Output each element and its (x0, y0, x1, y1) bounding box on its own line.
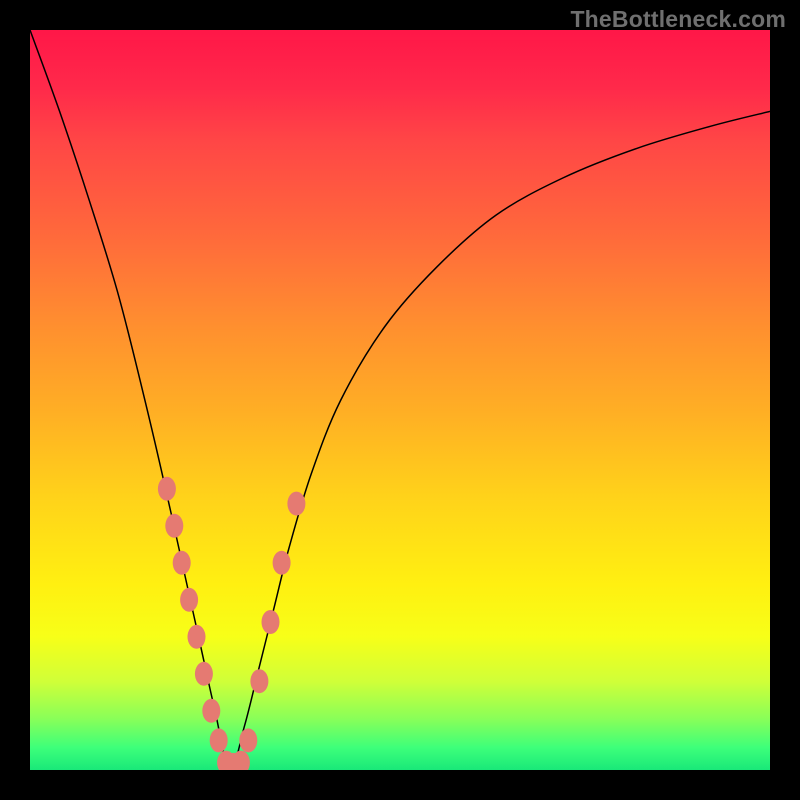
data-marker (250, 669, 268, 693)
watermark-text: TheBottleneck.com (570, 6, 786, 33)
data-marker (180, 588, 198, 612)
chart-frame: TheBottleneck.com (0, 0, 800, 800)
data-marker (210, 728, 228, 752)
data-marker (262, 610, 280, 634)
data-marker (165, 514, 183, 538)
plot-area (30, 30, 770, 770)
data-marker (173, 551, 191, 575)
bottleneck-curve (30, 30, 770, 770)
curve-layer (30, 30, 770, 770)
data-marker (239, 728, 257, 752)
data-marker (202, 699, 220, 723)
data-marker (273, 551, 291, 575)
data-marker (287, 492, 305, 516)
marker-group (158, 477, 306, 770)
data-marker (195, 662, 213, 686)
data-marker (188, 625, 206, 649)
data-marker (158, 477, 176, 501)
